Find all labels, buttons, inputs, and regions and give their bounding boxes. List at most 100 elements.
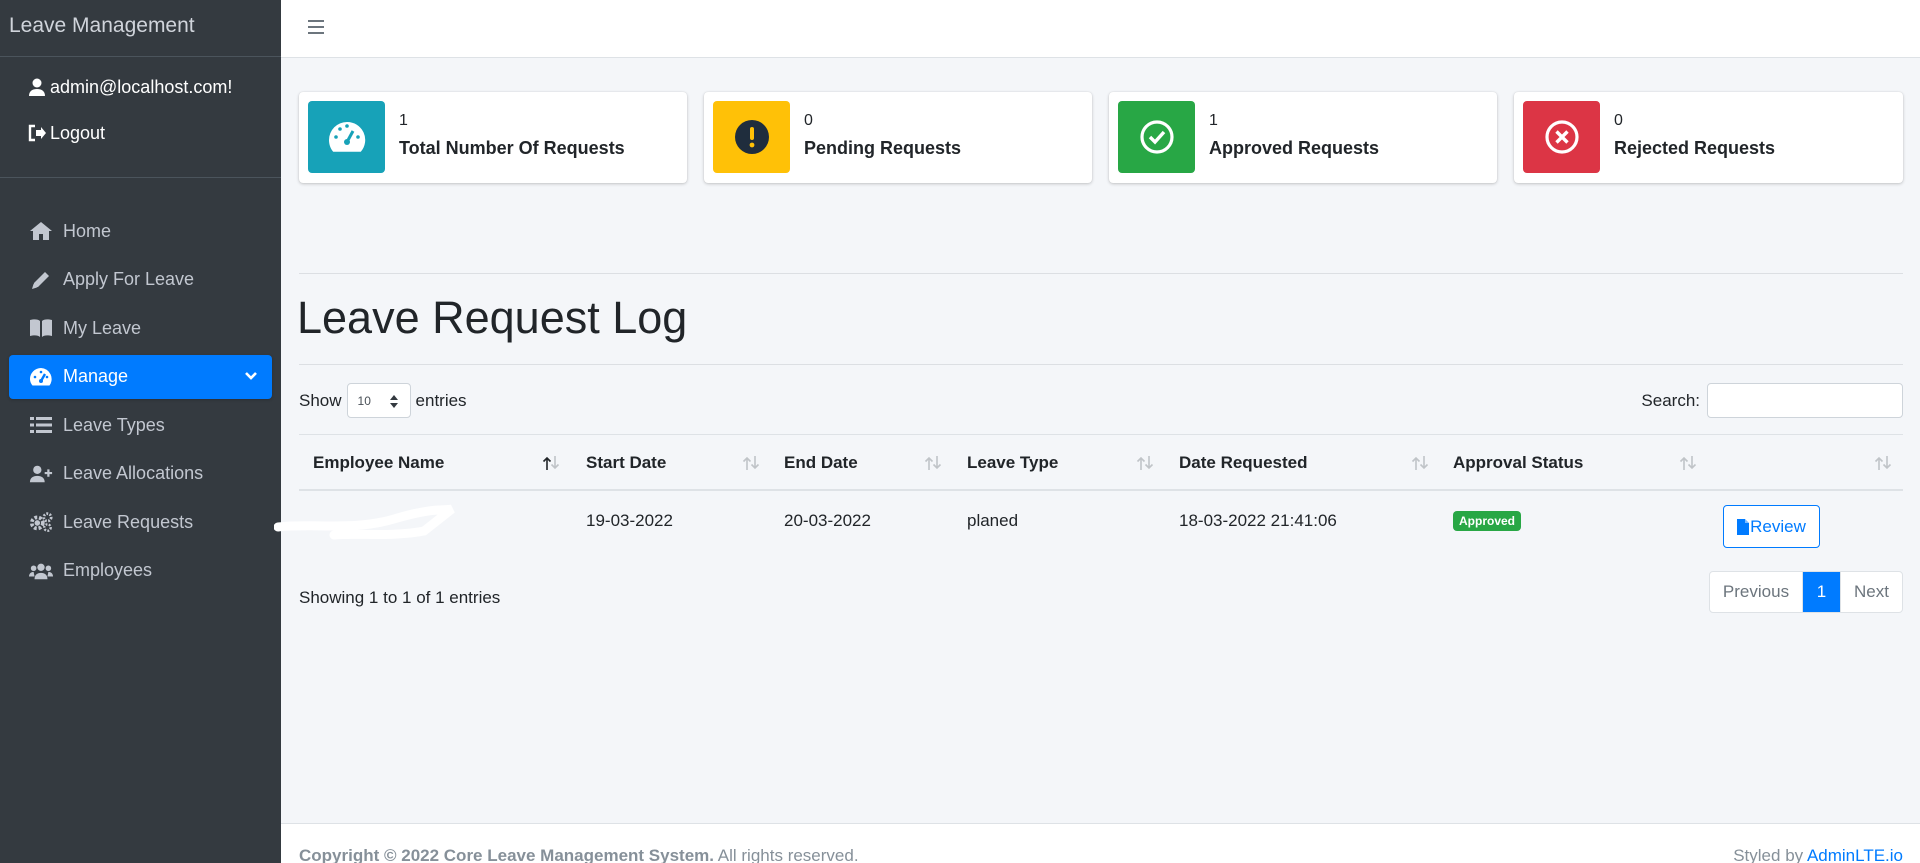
footer-copyright-bold: Copyright © 2022 Core Leave Management S…: [299, 846, 714, 863]
sidebar-item-home[interactable]: Home: [9, 209, 272, 253]
pagination-previous[interactable]: Previous: [1710, 572, 1803, 612]
sidebar-item-label: My Leave: [63, 317, 142, 338]
divider: [299, 364, 1903, 365]
sidebar-item-label: Leave Allocations: [63, 463, 204, 483]
user-plus-icon: [29, 463, 53, 485]
chevron-down-icon: [245, 371, 257, 380]
redaction-scribble: [274, 504, 455, 540]
stat-value: 0: [804, 112, 813, 129]
column-header-end-date[interactable]: End Date: [784, 435, 858, 490]
gauge-icon: [308, 101, 385, 173]
sidebar-item-label: Home: [63, 220, 112, 241]
sidebar-item-my-leave[interactable]: My Leave: [9, 306, 272, 350]
leave-request-table: Employee Name Start Date End Date Leave …: [274, 434, 1903, 551]
sidebar: Leave Management admin@localhost.com! Lo…: [0, 0, 281, 863]
exclamation-icon: [713, 101, 790, 173]
stat-card-pending-requests: 0 Pending Requests: [704, 92, 1092, 183]
logout-label: Logout: [50, 122, 106, 143]
sort-icon[interactable]: [742, 455, 760, 471]
cell-start-date: 19-03-2022: [586, 511, 673, 530]
column-header-leave-type[interactable]: Leave Type: [967, 435, 1058, 490]
show-label: Show: [299, 390, 342, 410]
divider: [299, 273, 1903, 274]
table-header-row: Employee Name Start Date End Date Leave …: [299, 434, 1903, 491]
sidebar-item-employees[interactable]: Employees: [9, 549, 272, 593]
search-input[interactable]: [1707, 383, 1903, 418]
cell-end-date: 20-03-2022: [784, 511, 871, 530]
pencil-icon: [29, 269, 53, 291]
sort-icon[interactable]: [1136, 455, 1154, 471]
review-button[interactable]: Review: [1723, 505, 1820, 548]
table-row: 19-03-2022 20-03-2022 planed 18-03-2022 …: [274, 491, 1903, 551]
book-icon: [29, 317, 53, 339]
table-search: Search:: [1641, 383, 1903, 418]
search-label: Search:: [1641, 390, 1700, 410]
cell-approval-status: Approved: [1453, 491, 1522, 551]
sidebar-item-label: Employees: [63, 560, 153, 580]
sidebar-item-label: Apply For Leave: [63, 269, 195, 289]
stat-value: 1: [1209, 112, 1218, 129]
column-header-date-requested[interactable]: Date Requested: [1179, 435, 1307, 490]
sidebar-item-leave-allocations[interactable]: Leave Allocations: [9, 452, 272, 496]
footer-styled-by-text: Styled by: [1733, 846, 1807, 863]
stat-card-rejected-requests: 0 Rejected Requests: [1514, 92, 1903, 183]
gears-icon: [29, 511, 53, 533]
sort-icon[interactable]: [1679, 455, 1697, 471]
logout-icon: [28, 124, 46, 142]
sort-icon[interactable]: [1874, 455, 1892, 471]
sort-icon[interactable]: [924, 455, 942, 471]
entries-label: entries: [415, 390, 467, 410]
users-icon: [29, 560, 53, 582]
stat-label: Pending Requests: [804, 138, 962, 158]
footer-styled-by: Styled by AdminLTE.io: [1733, 846, 1903, 863]
sidebar-item-label: Leave Types: [63, 414, 165, 435]
pagination: Previous 1 Next: [1709, 571, 1903, 613]
adminlte-link[interactable]: AdminLTE.io: [1807, 846, 1903, 863]
footer: Copyright © 2022 Core Leave Management S…: [281, 823, 1920, 863]
user-email: admin@localhost.com!: [50, 76, 233, 97]
column-header-employee-name[interactable]: Employee Name: [313, 435, 444, 490]
sidebar-item-leave-requests[interactable]: Leave Requests: [9, 500, 272, 544]
sidebar-item-manage[interactable]: Manage: [9, 354, 272, 399]
logout-link[interactable]: Logout: [0, 117, 281, 149]
status-badge: Approved: [1453, 511, 1522, 531]
entries-select-value: 10: [357, 394, 371, 408]
top-navbar: [281, 0, 1920, 58]
file-icon: [1737, 518, 1750, 535]
entries-length-control: Show 10 entries: [299, 383, 467, 418]
pagination-page-1[interactable]: 1: [1803, 572, 1840, 612]
footer-copyright-rest: All rights reserved.: [714, 846, 859, 863]
entries-select[interactable]: 10: [346, 383, 411, 418]
sidebar-nav: Home Apply For Leave My Leave Manage Lea…: [0, 178, 281, 593]
select-arrows-icon: [389, 395, 398, 408]
hamburger-menu-icon[interactable]: [308, 18, 326, 36]
sidebar-item-label: Leave Requests: [63, 511, 194, 532]
sort-icon[interactable]: [1411, 455, 1429, 471]
brand-title[interactable]: Leave Management: [0, 0, 281, 57]
pagination-next[interactable]: Next: [1840, 572, 1902, 612]
user-icon: [29, 78, 45, 96]
stat-value: 1: [399, 112, 408, 129]
home-icon: [29, 220, 53, 242]
list-icon: [29, 414, 53, 436]
times-circle-icon: [1523, 101, 1600, 173]
sidebar-item-apply-for-leave[interactable]: Apply For Leave: [9, 258, 272, 302]
stat-card-total-requests: 1 Total Number Of Requests: [299, 92, 687, 183]
stat-value: 0: [1614, 112, 1623, 129]
review-button-label: Review: [1750, 516, 1806, 536]
sort-asc-icon[interactable]: [542, 455, 560, 471]
dashboard-icon: [29, 366, 53, 388]
column-header-start-date[interactable]: Start Date: [586, 435, 666, 490]
stat-label: Rejected Requests: [1614, 138, 1776, 158]
stat-card-approved-requests: 1 Approved Requests: [1109, 92, 1497, 183]
user-email-link[interactable]: admin@localhost.com!: [0, 71, 281, 103]
sidebar-item-label: Manage: [63, 366, 129, 386]
stat-label: Approved Requests: [1209, 138, 1380, 158]
footer-copyright: Copyright © 2022 Core Leave Management S…: [299, 846, 859, 863]
sidebar-item-leave-types[interactable]: Leave Types: [9, 403, 272, 447]
page-title: Leave Request Log: [297, 292, 688, 343]
column-header-approval-status[interactable]: Approval Status: [1453, 435, 1583, 490]
user-panel: admin@localhost.com! Logout: [0, 57, 281, 178]
check-circle-icon: [1118, 101, 1195, 173]
stat-label: Total Number Of Requests: [399, 138, 625, 158]
